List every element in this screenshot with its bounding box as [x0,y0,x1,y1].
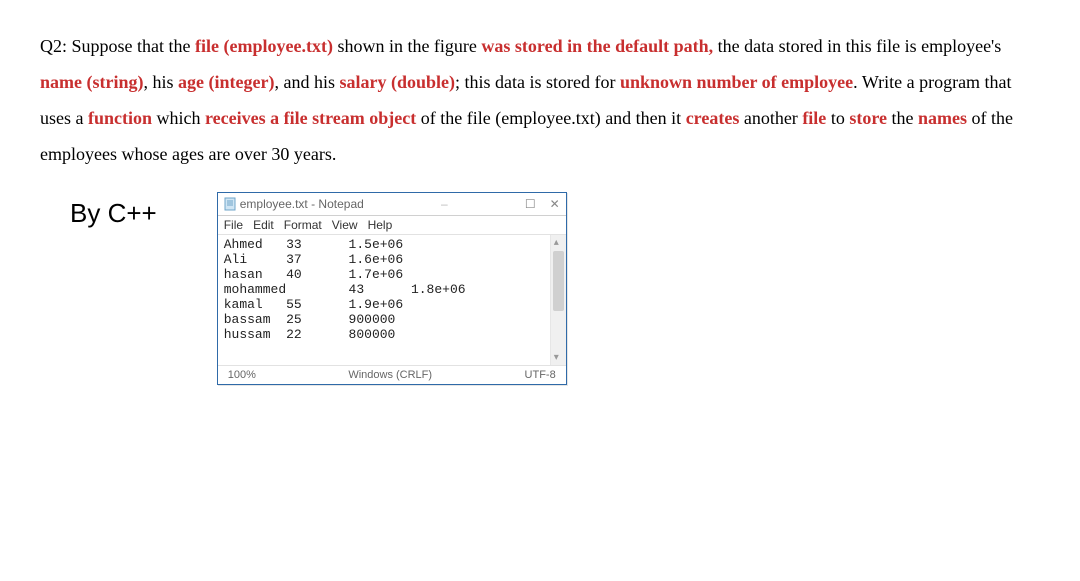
status-zoom: 100% [228,369,256,381]
age-phrase: age (integer) [178,72,274,92]
menu-edit[interactable]: Edit [253,218,274,232]
line: hussam 22 800000 [224,327,396,342]
line: bassam 25 900000 [224,312,396,327]
notepad-file-icon [224,197,236,211]
scroll-down-icon[interactable]: ▾ [554,352,559,363]
q-label: Q2: [40,36,67,56]
text-area[interactable]: Ahmed 33 1.5e+06 Ali 37 1.6e+06 hasan 40… [218,235,550,365]
window-title: employee.txt - Notepad [240,197,364,211]
line: hasan 40 1.7e+06 [224,267,403,282]
scroll-up-icon[interactable]: ▴ [554,237,559,248]
function-word: function [88,108,152,128]
maximize-icon[interactable]: ☐ [525,197,536,211]
name-phrase: name (string) [40,72,143,92]
file-phrase: file (employee.txt) [195,36,333,56]
line: kamal 55 1.9e+06 [224,297,403,312]
menubar: File Edit Format View Help [218,216,566,235]
menu-format[interactable]: Format [284,218,322,232]
notepad-window: employee.txt - Notepad – ☐ ✕ File Edit F… [217,192,567,385]
file-word: file [802,108,826,128]
store-word: store [849,108,887,128]
status-encoding: UTF-8 [525,369,556,381]
receives-phrase: receives a file stream object [205,108,416,128]
names-word: names [918,108,967,128]
close-icon[interactable]: ✕ [550,197,560,211]
status-eol: Windows (CRLF) [276,369,505,381]
question-text: Q2: Suppose that the file (employee.txt)… [40,28,1040,172]
titlebar[interactable]: employee.txt - Notepad – ☐ ✕ [218,193,566,216]
unknown-phrase: unknown number of employee [620,72,853,92]
line: Ahmed 33 1.5e+06 [224,237,403,252]
titlebar-sep: – [364,197,525,211]
menu-view[interactable]: View [332,218,358,232]
line: mohammed 43 1.8e+06 [224,282,466,297]
stored-phrase: was stored in the default path, [481,36,713,56]
scroll-thumb[interactable] [553,251,564,311]
menu-help[interactable]: Help [368,218,393,232]
salary-phrase: salary (double) [339,72,455,92]
statusbar: 100% Windows (CRLF) UTF-8 [218,365,566,384]
vertical-scrollbar[interactable]: ▴ ▾ [550,235,566,365]
line: Ali 37 1.6e+06 [224,252,403,267]
language-label: By C++ [40,192,157,229]
menu-file[interactable]: File [224,218,243,232]
creates-word: creates [686,108,740,128]
